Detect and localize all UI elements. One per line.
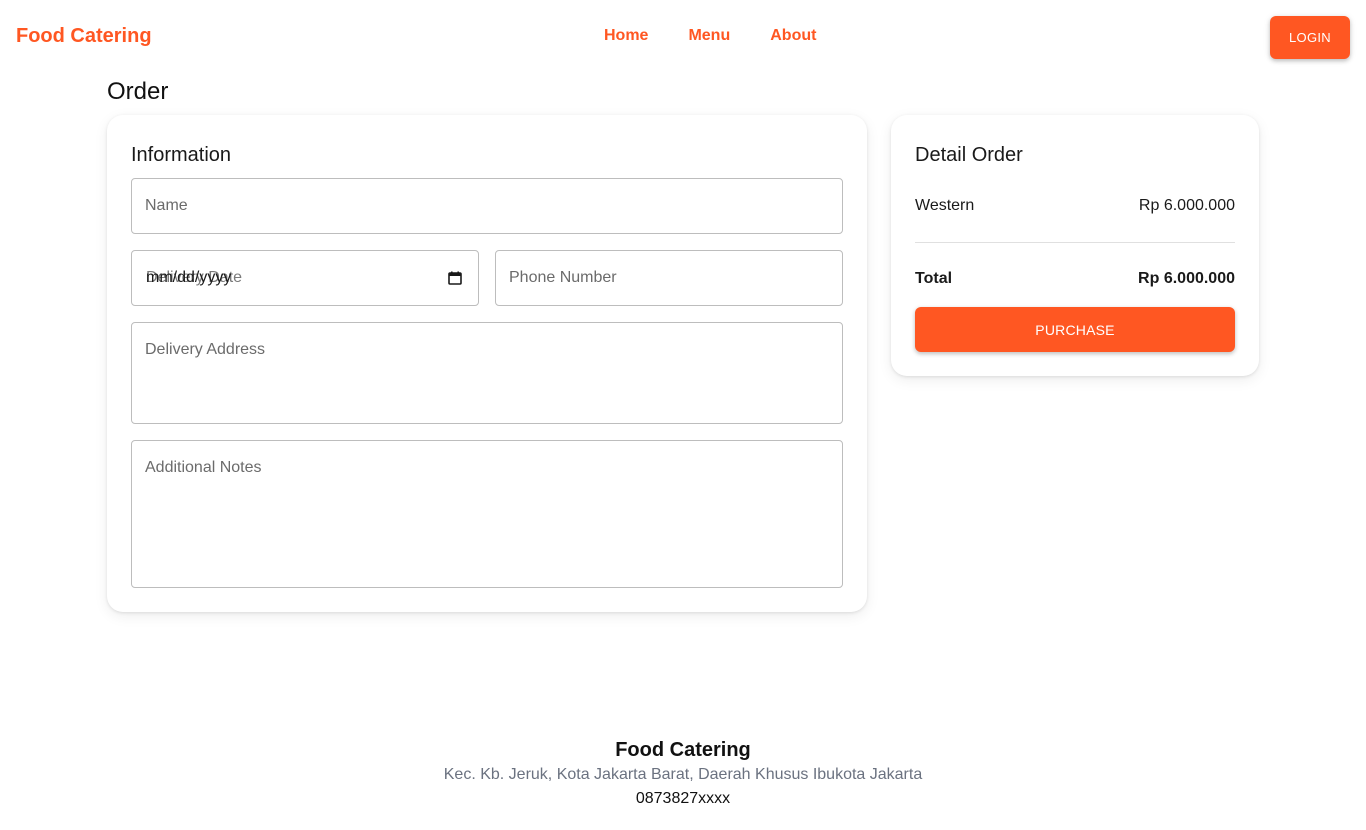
footer-phone: 0873827xxxx: [635, 790, 731, 807]
nav-links: Home Menu About: [604, 27, 816, 45]
order-item-price: Rp 6.000.000: [1138, 197, 1235, 214]
page-title: Order: [107, 78, 169, 105]
top-navbar: Food Catering Home Menu About LOGIN: [0, 0, 1366, 74]
footer: Food Catering Kec. Kb. Jeruk, Kota Jakar…: [0, 737, 1366, 810]
order-total-row: Total Rp 6.000.000: [915, 270, 1235, 288]
nav-link-menu[interactable]: Menu: [688, 27, 730, 45]
delivery-date-value: mm/dd/yyyy: [146, 269, 232, 286]
order-item-row: Western Rp 6.000.000: [915, 197, 1235, 215]
nav-link-home[interactable]: Home: [604, 27, 648, 45]
purchase-button[interactable]: PURCHASE: [915, 307, 1235, 352]
nav-link-about[interactable]: About: [770, 27, 816, 45]
calendar-icon[interactable]: [448, 271, 462, 285]
order-item-name: Western: [915, 197, 975, 214]
delivery-address-input[interactable]: [131, 322, 843, 424]
login-button[interactable]: LOGIN: [1270, 16, 1350, 59]
detail-order-title: Detail Order: [915, 144, 1023, 166]
information-card: Information Delivery Date mm/dd/yyyy: [107, 115, 867, 612]
divider: [915, 242, 1235, 243]
brand-logo[interactable]: Food Catering: [16, 25, 152, 48]
footer-brand: Food Catering: [615, 739, 751, 761]
delivery-date-input[interactable]: Delivery Date mm/dd/yyyy: [131, 250, 479, 306]
name-input[interactable]: [131, 178, 843, 234]
information-title: Information: [131, 144, 232, 166]
additional-notes-input[interactable]: [131, 440, 843, 588]
total-label: Total: [915, 270, 953, 287]
delivery-date-label: Delivery Date: [146, 269, 243, 286]
detail-order-card: Detail Order Western Rp 6.000.000 Total …: [891, 115, 1259, 376]
footer-address: Kec. Kb. Jeruk, Kota Jakarta Barat, Daer…: [443, 766, 923, 783]
total-value: Rp 6.000.000: [1138, 270, 1235, 287]
phone-number-input[interactable]: [495, 250, 843, 306]
